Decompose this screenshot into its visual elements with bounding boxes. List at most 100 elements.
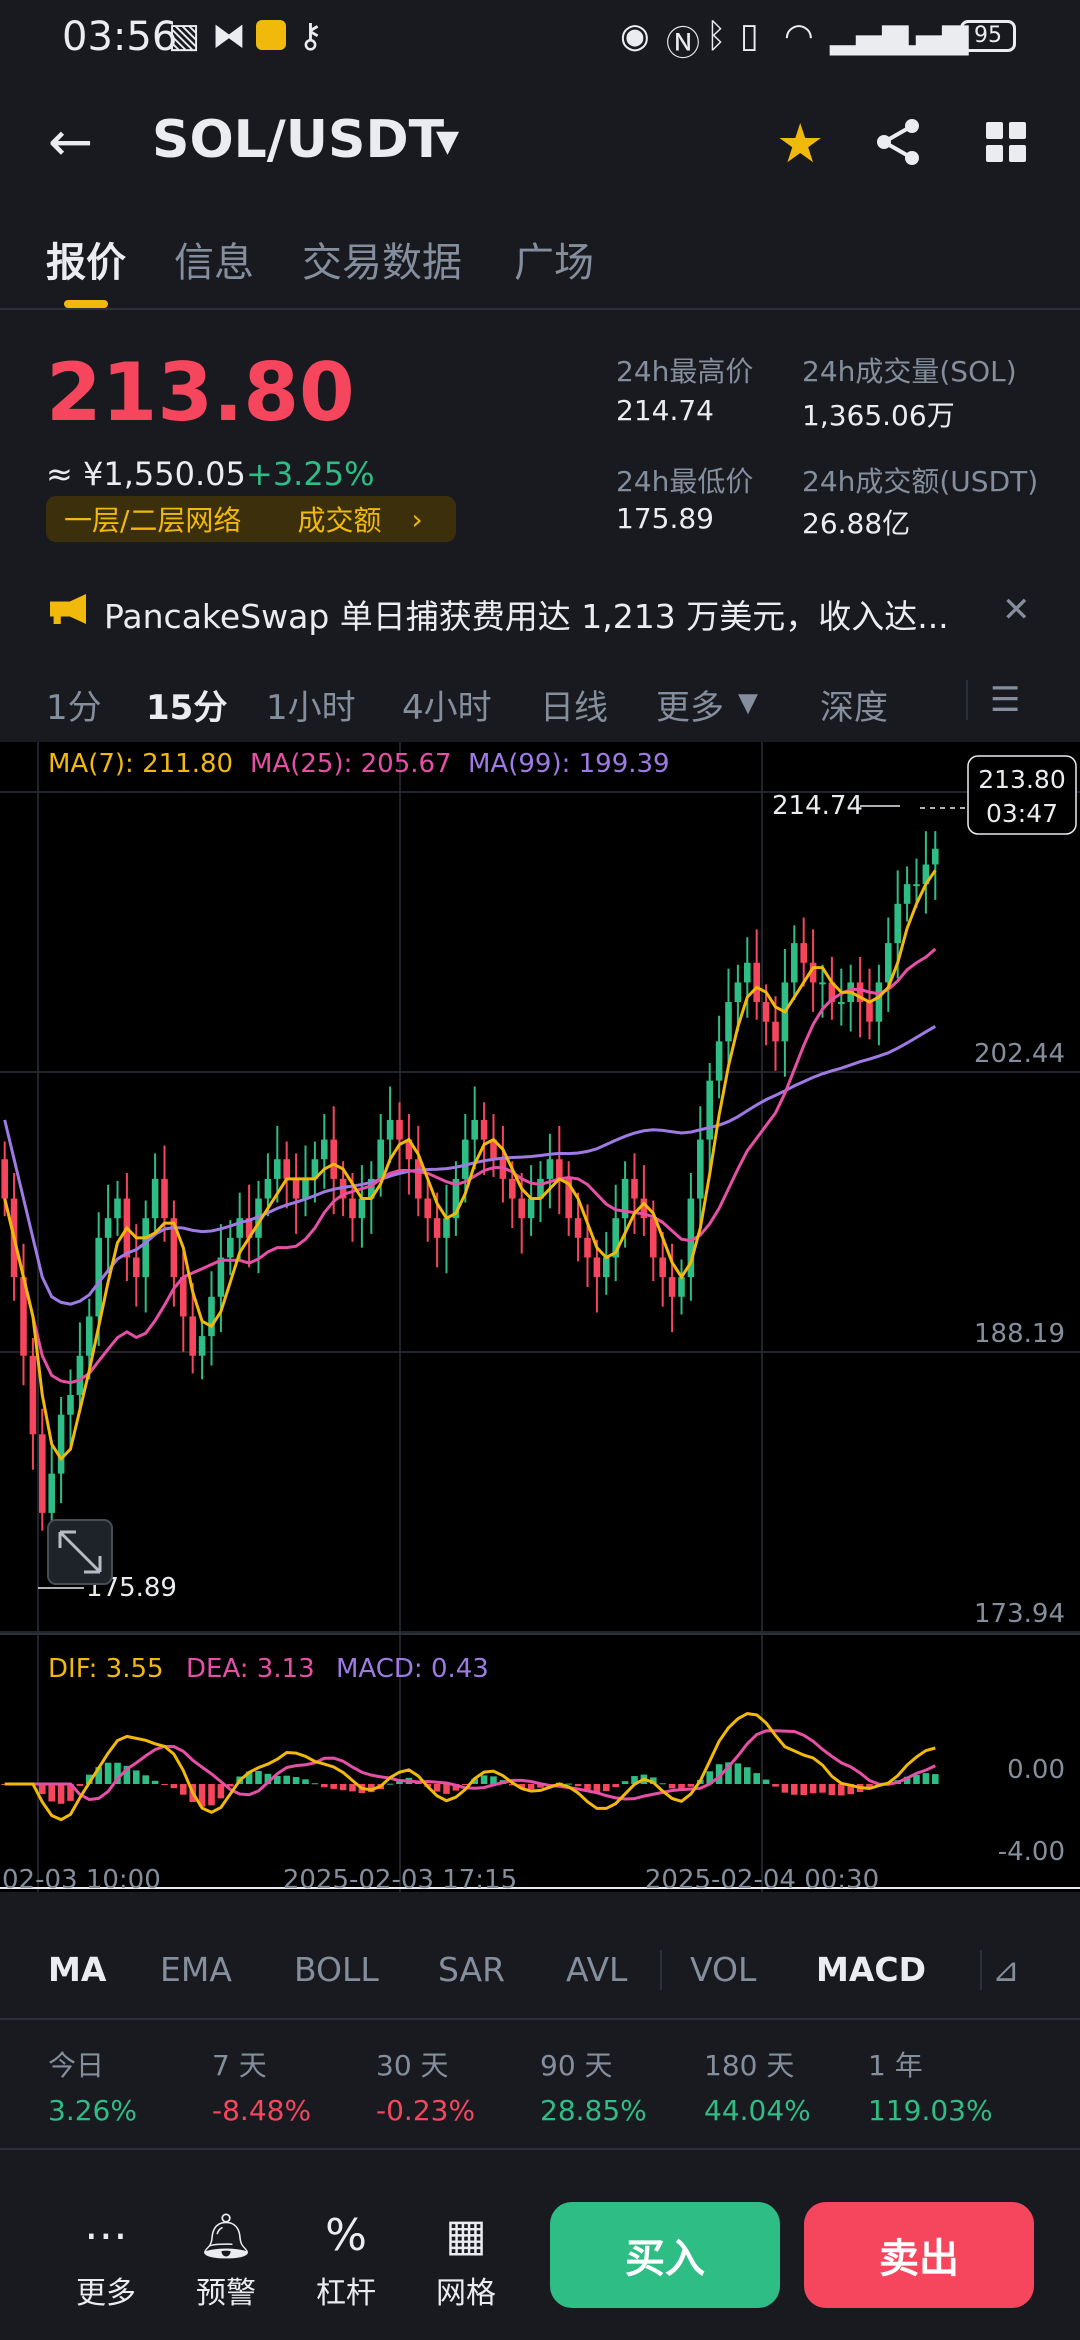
candle-body [556,1159,563,1179]
macd-bar [932,1774,939,1784]
macd-bar [330,1784,337,1789]
macd-bar [180,1784,187,1795]
tab-info[interactable]: 信息 [174,230,254,288]
divider [660,1950,662,1990]
macd-bar [603,1784,610,1792]
macd-bar [170,1784,178,1789]
candle-body [509,1178,516,1199]
grid-menu-icon[interactable] [986,122,1026,162]
pair-title[interactable]: SOL/USDT [152,110,444,170]
dea-legend: DEA: 3.13 [186,1654,315,1684]
indicator-ma[interactable]: MA [48,1950,106,1989]
macd-bar [321,1784,328,1788]
grid-label[interactable]: 网格 [426,2268,506,2312]
candle-body [386,1119,394,1140]
macd-bar [48,1784,55,1802]
candle-body [480,1119,488,1140]
y-tick-label: 173.94 [974,1599,1065,1629]
category-tag[interactable]: 一层/二层网络 成交额 › [46,496,456,542]
macd-bar [838,1784,845,1796]
interval-more[interactable]: 更多 [656,680,724,729]
macd-bar [104,1762,112,1784]
macd-tick-label: -4.00 [998,1837,1065,1867]
macd-bar [76,1784,84,1786]
interval-4h[interactable]: 4小时 [402,680,492,729]
bluetooth-icon: ᛒ [706,16,727,56]
interval-daily[interactable]: 日线 [540,680,608,729]
bell-icon[interactable]: 🔔︎ [196,2210,256,2262]
interval-1h[interactable]: 1小时 [266,680,356,729]
interval-1m[interactable]: 1分 [46,680,102,729]
macd-bar [208,1784,215,1806]
indicator-settings-icon[interactable]: ⊿ [992,1950,1020,1989]
indicator-sar[interactable]: SAR [438,1950,505,1989]
chart-settings-icon[interactable]: ☰ [990,680,1020,720]
perf-value-180d: 44.04% [704,2094,811,2127]
close-icon[interactable]: ✕ [1002,590,1031,630]
more-label[interactable]: 更多 [66,2268,146,2312]
chevron-down-icon[interactable]: ▼ [436,124,459,159]
news-ticker[interactable]: PancakeSwap 单日捕获费用达 1,213 万美元，收入达... [104,590,984,638]
volume-usdt-value: 26.88亿 [802,507,911,540]
macd-bar [791,1784,798,1795]
candle-body [903,884,911,904]
sell-button[interactable]: 卖出 [804,2202,1034,2308]
indicator-macd[interactable]: MACD [816,1950,926,1989]
back-arrow-icon[interactable]: ← [48,110,93,173]
macd-bar [565,1783,572,1785]
leverage-icon[interactable]: % [316,2210,376,2261]
tab-trading-data[interactable]: 交易数据 [302,230,462,288]
leverage-label[interactable]: 杠杆 [306,2268,386,2312]
macd-bar [819,1784,826,1793]
candle-body [151,1178,159,1219]
macd-bar [809,1784,817,1794]
candle-body [415,1159,422,1199]
app-notification-icon [256,20,286,50]
candle-body [321,1139,328,1160]
share-icon[interactable] [872,116,924,168]
signal-icon-2: ▂▄▆ [890,16,969,56]
price-change: +3.25% [246,455,375,493]
x-tick-label: 02-03 10:00 [2,1865,161,1892]
macd-bar [433,1784,441,1792]
candle-body [104,1218,112,1238]
indicator-boll[interactable]: BOLL [294,1950,379,1989]
high-marker-label: 214.74 [772,791,863,821]
media-icon: ⧓ [212,16,246,56]
candle-body [330,1139,337,1179]
more-icon[interactable]: ⋯ [76,2210,136,2261]
alert-label[interactable]: 预警 [186,2268,266,2312]
candle-body [180,1277,187,1317]
interval-15m[interactable]: 15分 [146,680,227,729]
divider [0,2018,1080,2020]
indicator-avl[interactable]: AVL [566,1950,627,1989]
perf-label-today: 今日 [48,2049,105,2082]
depth-tab[interactable]: 深度 [820,680,888,729]
macd-bar [151,1780,159,1784]
perf-value-today: 3.26% [48,2094,137,2127]
tab-quote[interactable]: 报价 [46,230,126,288]
indicator-ema[interactable]: EMA [160,1950,232,1989]
macd-bar [302,1779,309,1784]
divider [980,1950,982,1990]
tab-active-indicator [64,300,108,308]
grid-trading-icon[interactable]: ▦ [436,2210,496,2261]
buy-button[interactable]: 买入 [550,2202,780,2308]
candle-body [433,1218,441,1238]
low-label: 24h最低价 [616,465,754,498]
ma25-line [3,947,937,1385]
perf-value-30d: -0.23% [376,2094,476,2127]
candle-body [358,1198,366,1219]
candle-body [349,1198,356,1219]
status-time: 03:56 [62,14,178,60]
candle-body [274,1159,281,1179]
star-icon[interactable]: ★ [776,112,824,175]
candle-body [659,1257,666,1278]
chevron-down-icon[interactable]: ▼ [738,688,758,718]
tab-square[interactable]: 广场 [514,230,594,288]
candle-body [800,943,807,963]
candle-body [697,1139,704,1199]
macd-bar [659,1783,666,1785]
kline-chart[interactable]: 216.69202.44188.19173.94MA(7): 211.80MA(… [0,742,1080,1895]
indicator-vol[interactable]: VOL [690,1950,756,1989]
